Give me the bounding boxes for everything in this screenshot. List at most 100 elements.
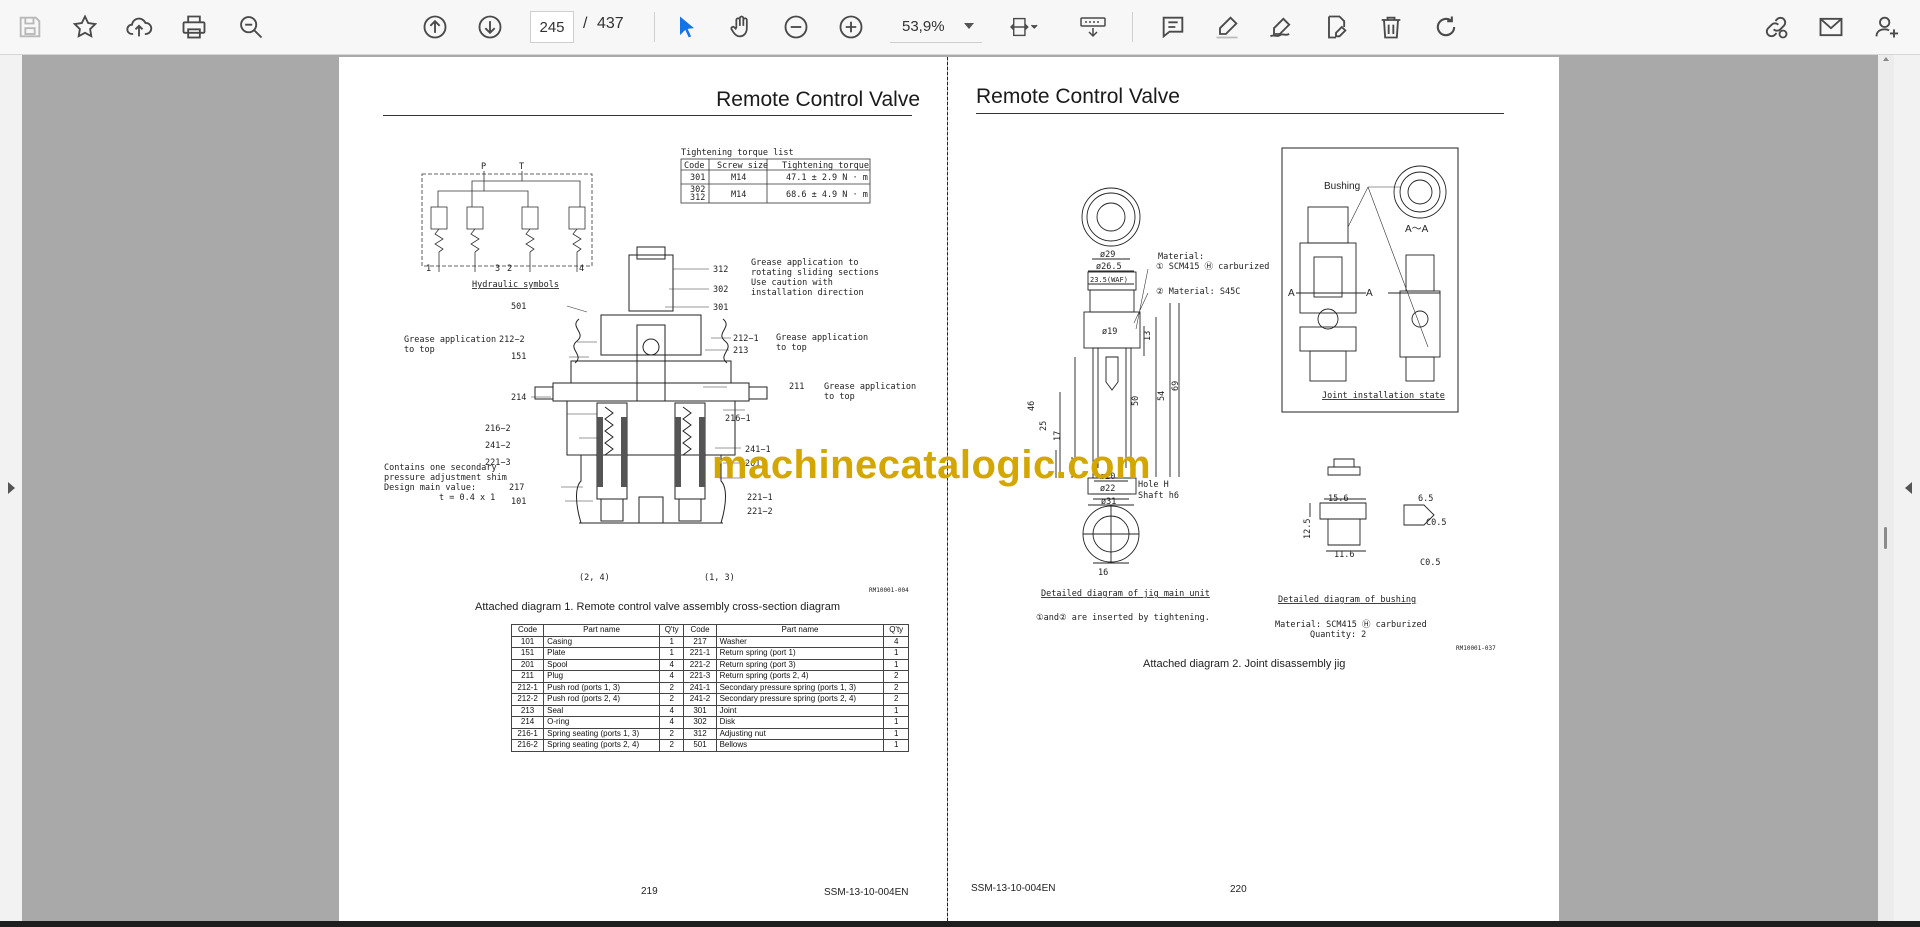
dim-d26-5: ø26.5	[1096, 262, 1122, 272]
keyboard-scroll-icon[interactable]	[1074, 10, 1112, 44]
valve-cross-section-diagram: Tightening torque list Code Screw size T…	[384, 148, 916, 594]
table-cell: 212-2	[510, 693, 545, 706]
upload-cloud-icon[interactable]	[122, 10, 156, 44]
diagram-caption: Attached diagram 2. Joint disassembly ji…	[1143, 658, 1346, 670]
torque-header-size: Screw size	[717, 161, 768, 171]
bushing-detail-label: Detailed diagram of bushing	[1278, 595, 1416, 605]
table-cell: 241-2	[683, 693, 717, 706]
callout-212-2: 212−2	[499, 335, 525, 345]
table-cell: Push rod (ports 1, 3)	[543, 681, 660, 694]
table-cell: Return spring (port 3)	[715, 658, 885, 671]
scrollbar-thumb[interactable]	[1884, 527, 1887, 549]
dim-16: 16	[1098, 568, 1108, 578]
header-part-name: Part name	[543, 624, 660, 637]
table-cell: Return spring (port 1)	[715, 647, 885, 660]
bookmark-star-icon[interactable]	[68, 10, 102, 44]
table-cell: 2	[658, 727, 685, 740]
shim-note-line4: t = 0.4 x 1	[439, 493, 495, 503]
table-cell: Joint	[715, 704, 885, 717]
bushing-material: Material: SCM415 Ⓗ carburized	[1275, 620, 1427, 630]
print-icon[interactable]	[177, 10, 211, 44]
add-user-icon[interactable]	[1870, 10, 1904, 44]
table-cell: 301	[683, 704, 717, 717]
table-cell: Plate	[543, 647, 660, 660]
page-separator: /	[583, 15, 588, 32]
port-4-label: 4	[579, 264, 584, 274]
edit-pdf-icon[interactable]	[1319, 10, 1353, 44]
expand-left-panel-icon[interactable]	[8, 482, 15, 494]
select-cursor-icon[interactable]	[670, 10, 704, 44]
shim-note-line2: pressure adjustment shim	[384, 473, 507, 483]
table-cell: 4	[883, 635, 909, 648]
page-number-input[interactable]: 245	[530, 11, 574, 43]
previous-page-icon[interactable]	[418, 10, 452, 44]
document-code: SSM-13-10-004EN	[971, 883, 1056, 894]
table-cell: Adjusting nut	[715, 727, 885, 740]
table-cell: 2	[658, 681, 685, 694]
callout-213: 213	[733, 346, 748, 356]
draw-freehand-icon[interactable]	[1264, 10, 1298, 44]
table-cell: 2	[883, 670, 909, 683]
page-number: 220	[1230, 884, 1247, 895]
page-fit-icon[interactable]	[1002, 10, 1046, 44]
table-cell: 212-1	[510, 681, 545, 694]
callout-221-2: 221−2	[747, 507, 773, 517]
ports-2-4-label: (2, 4)	[579, 573, 610, 583]
section-aa-label: A～A	[1405, 224, 1429, 235]
highlight-pen-icon[interactable]	[1210, 10, 1244, 44]
table-cell: 221-3	[683, 670, 717, 683]
table-cell: 101	[510, 635, 545, 648]
pdf-page-right: Remote Control Valve ø29 ø26.5 23.5(WAF)…	[948, 57, 1559, 921]
port-1-label: 1	[426, 264, 431, 274]
scroll-up-icon[interactable]	[1883, 57, 1889, 61]
document-code: SSM-13-10-004EN	[824, 887, 909, 898]
table-cell: 1	[883, 727, 909, 740]
comment-icon[interactable]	[1156, 10, 1190, 44]
callout-312: 312	[713, 265, 728, 275]
hydraulic-symbol-box	[421, 173, 593, 267]
grease-note-line4: installation direction	[751, 288, 864, 298]
dim-15-6: 15.6	[1328, 494, 1348, 504]
table-row: 214 O-ring 4 302 Disk 1	[510, 716, 909, 729]
hand-tool-icon[interactable]	[724, 10, 758, 44]
table-row: 212-1 Push rod (ports 1, 3) 2 241-1 Secondar…	[510, 681, 909, 694]
expand-right-panel-icon[interactable]	[1905, 482, 1912, 494]
table-cell: 2	[658, 693, 685, 706]
rotate-redo-icon[interactable]	[1429, 10, 1463, 44]
email-envelope-icon[interactable]	[1814, 10, 1848, 44]
table-cell: Casing	[543, 635, 660, 648]
header-part-name: Part name	[715, 624, 885, 637]
table-cell: 201	[510, 658, 545, 671]
joint-installation-label: Joint installation state	[1322, 391, 1445, 401]
zoom-level-select[interactable]: 53,9%	[890, 11, 982, 43]
dim-d31: ø31	[1101, 497, 1116, 507]
next-page-icon[interactable]	[473, 10, 507, 44]
dim-46: 46	[1027, 401, 1037, 411]
chevron-down-icon	[964, 23, 974, 29]
toolbar-divider	[1132, 12, 1133, 42]
torque-header-code: Code	[684, 161, 704, 171]
section-a-right: A	[1366, 288, 1373, 299]
dim-11-6: 11.6	[1334, 550, 1354, 560]
share-link-icon[interactable]	[1759, 10, 1793, 44]
table-cell: Washer	[715, 635, 885, 648]
save-icon[interactable]	[13, 10, 47, 44]
vertical-scrollbar[interactable]	[1878, 55, 1894, 921]
torque-header-torque: Tightening torque	[782, 161, 869, 171]
table-cell: O-ring	[543, 716, 660, 729]
dim-17: 17	[1053, 431, 1063, 441]
table-row: 213 Seal 4 301 Joint 1	[510, 704, 909, 717]
table-cell: 211	[510, 670, 545, 683]
table-row: 216-2 Spring seating (ports 2, 4) 2 501 Bell…	[510, 739, 909, 752]
grease-note-right2-sub: to top	[824, 392, 855, 402]
table-row: 151 Plate 1 221-1 Return spring (port 1) 1	[510, 647, 909, 660]
table-cell: Spool	[543, 658, 660, 671]
shim-note-line1: Contains one secondary	[384, 463, 497, 473]
zoom-in-icon[interactable]	[834, 10, 868, 44]
callout-216-2: 216−2	[485, 424, 511, 434]
parts-table-body: 101 Casing 1 217 Washer 4 151 Plate 1 221-1 Return…	[510, 635, 909, 752]
dim-d19: ø19	[1102, 327, 1117, 337]
delete-trash-icon[interactable]	[1374, 10, 1408, 44]
zoom-out-icon[interactable]	[779, 10, 813, 44]
zoom-search-icon[interactable]	[234, 10, 268, 44]
